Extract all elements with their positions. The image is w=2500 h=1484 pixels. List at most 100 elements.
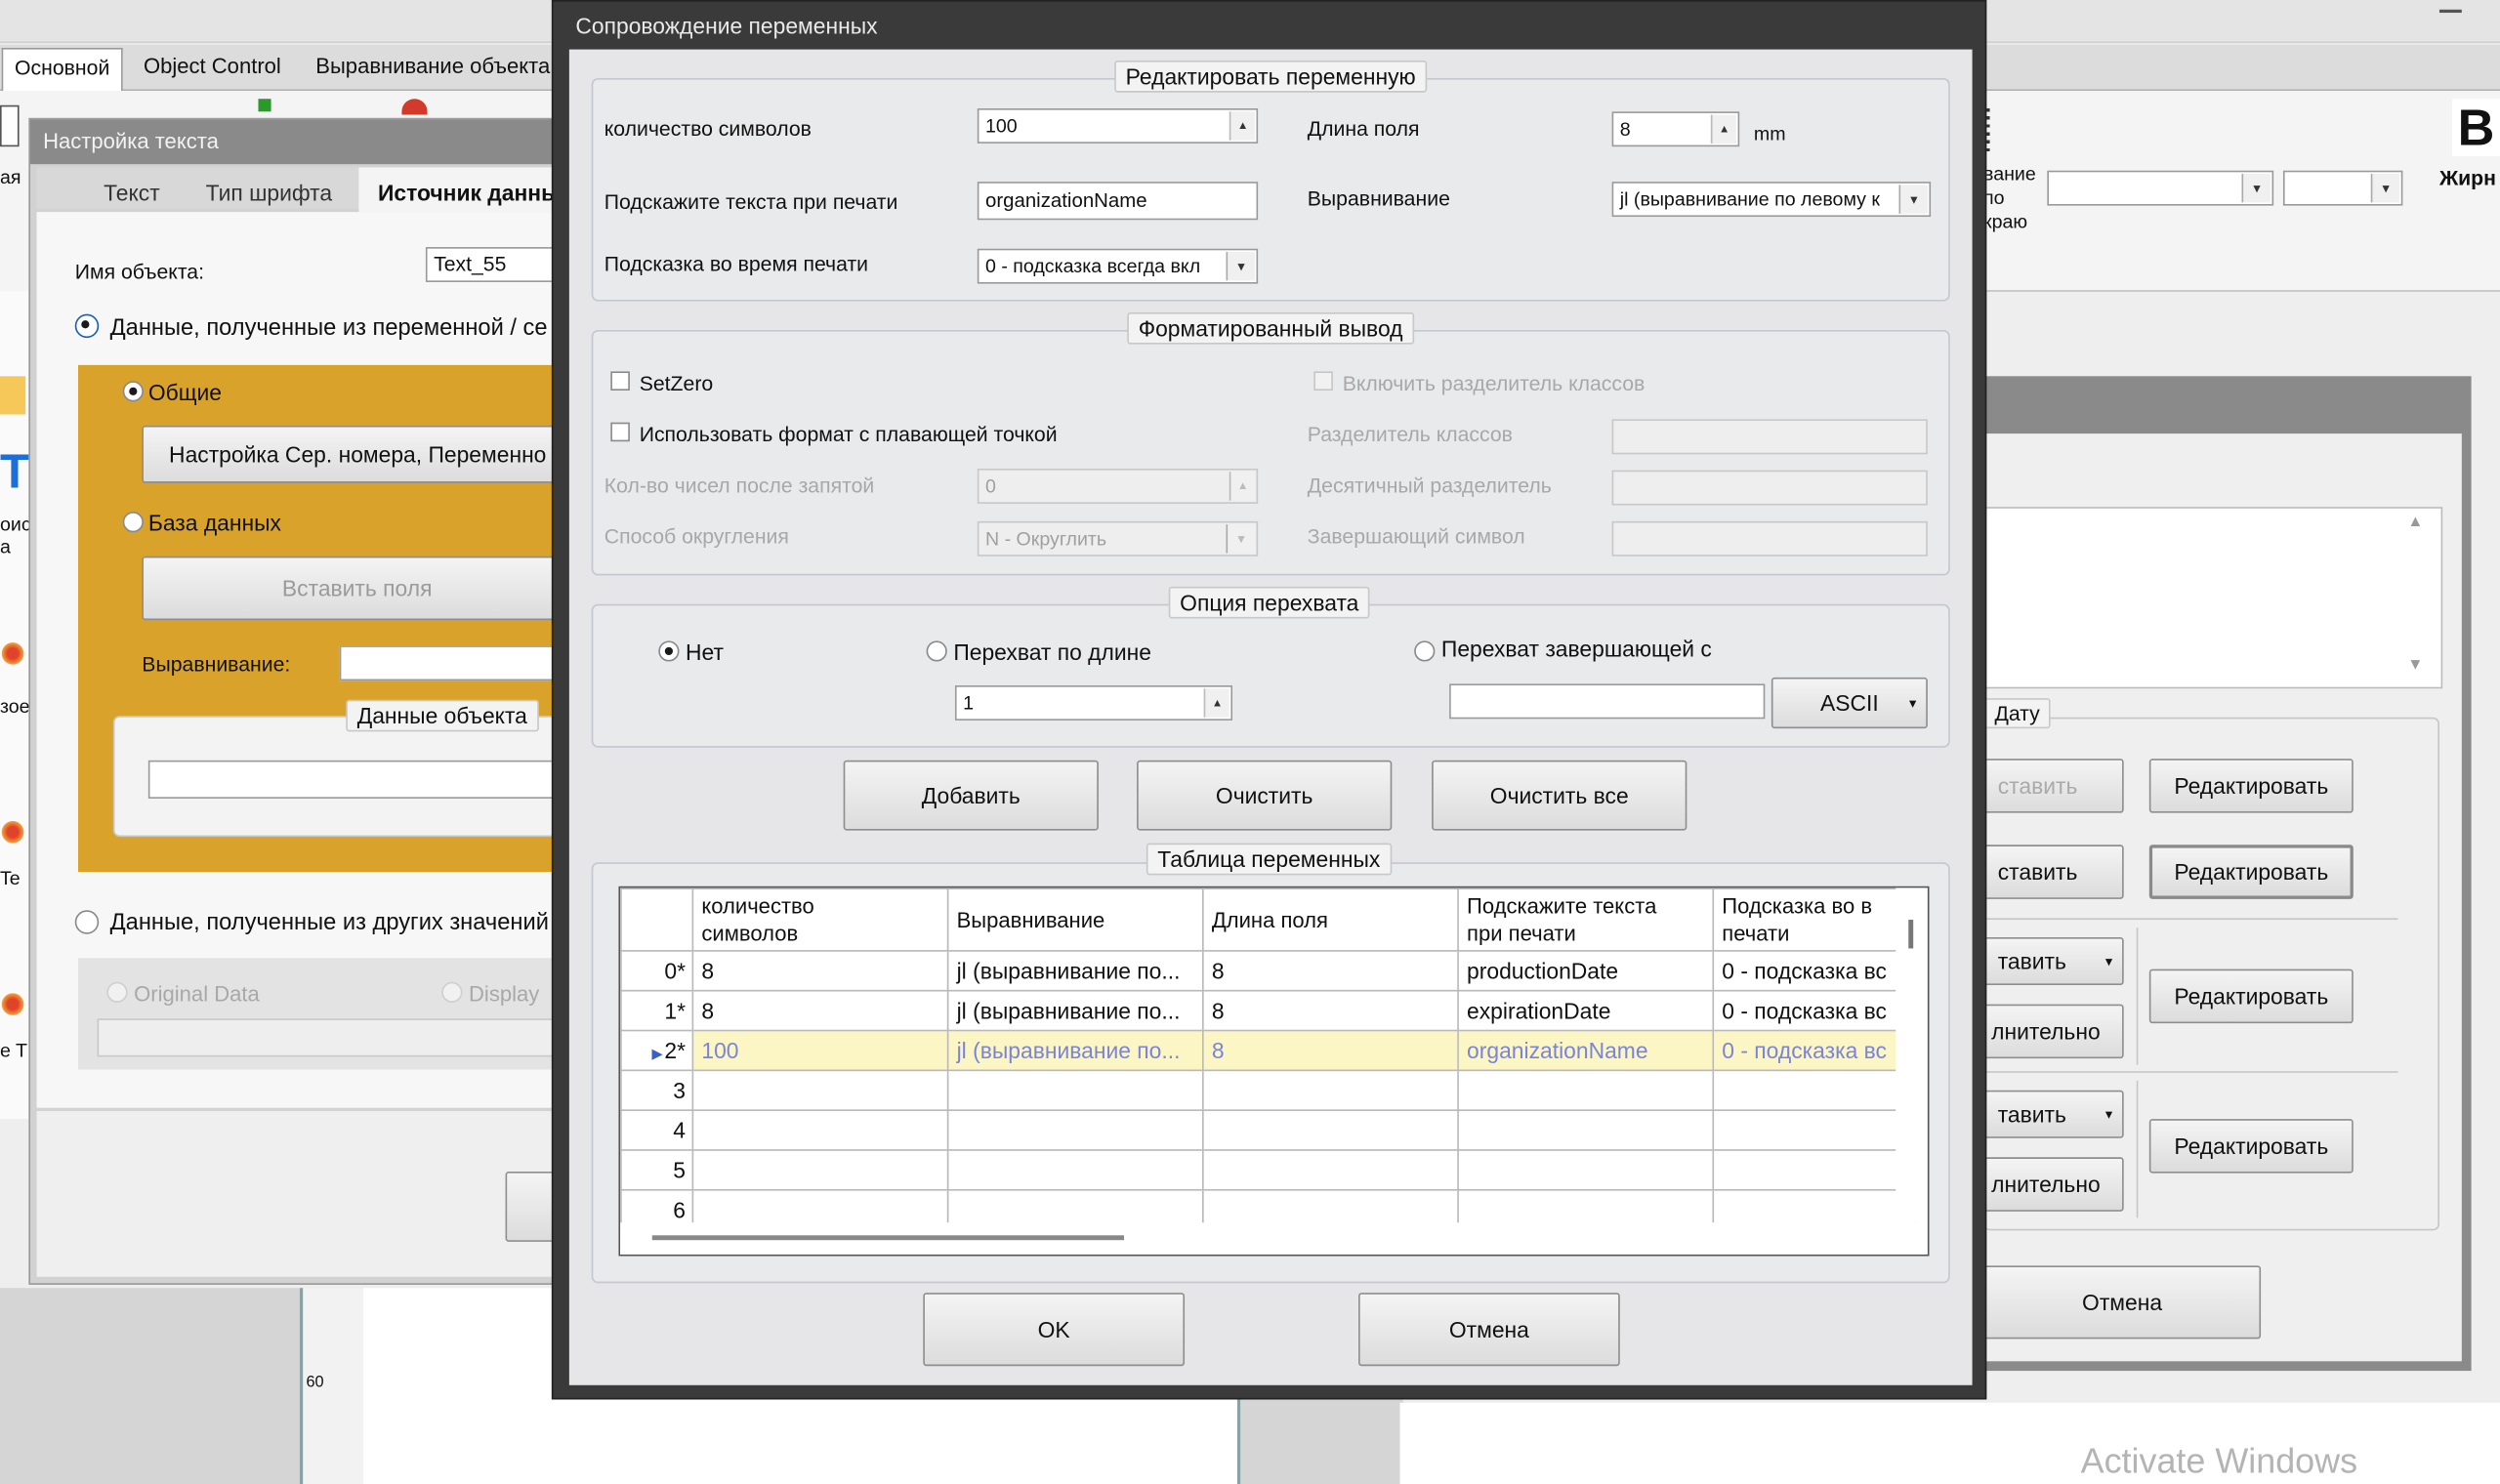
edit-button-4[interactable]: Редактировать <box>2148 1119 2354 1174</box>
horizontal-scrollbar-thumb[interactable] <box>651 1235 1125 1241</box>
table-cell[interactable] <box>1202 1109 1459 1151</box>
radio-other-data[interactable] <box>74 910 100 934</box>
tool-icon[interactable] <box>0 819 26 845</box>
size-select[interactable]: ▾ <box>2282 170 2403 206</box>
table-row[interactable]: 4 <box>620 1109 1917 1151</box>
serial-settings-button[interactable]: Настройка Сер. номера, Переменно <box>142 425 573 483</box>
scroll-up-icon[interactable]: ▲ <box>2407 514 2423 531</box>
table-cell[interactable] <box>946 1109 1204 1151</box>
table-cell[interactable]: 8 <box>691 989 949 1032</box>
table-row[interactable]: 3 <box>620 1069 1917 1111</box>
spinner-icon[interactable]: ▲▼ <box>1710 114 1736 144</box>
table-cell[interactable] <box>1457 1109 1715 1151</box>
vertical-scrollbar-thumb[interactable] <box>1908 920 1914 949</box>
table-cell[interactable] <box>1202 1149 1459 1191</box>
table-row[interactable]: ▶ 2* 100 jl (выравнивание по... 8 organizatio… <box>620 1029 1917 1072</box>
column-header[interactable]: Выравнивание <box>946 887 1204 952</box>
tab-data-source[interactable]: Источник данны <box>378 180 561 205</box>
table-cell[interactable] <box>691 1069 949 1111</box>
ascii-dropdown[interactable]: ASCII ▾ <box>1771 677 1928 729</box>
table-cell[interactable]: 0 - подсказка вс <box>1712 950 1917 992</box>
row-header[interactable]: 3 <box>620 1069 694 1111</box>
table-cell[interactable]: 100 <box>691 1029 949 1072</box>
class-separator-checkbox[interactable] <box>1313 371 1333 392</box>
table-cell[interactable]: 8 <box>1202 1029 1459 1072</box>
ribbon-tab-main[interactable]: Основной <box>1 47 123 92</box>
extra-button-2[interactable]: лнительно <box>1983 1157 2124 1212</box>
edit-button-2[interactable]: Редактировать <box>2148 845 2354 899</box>
column-header[interactable]: Подскажите текста при печати <box>1457 887 1715 952</box>
table-row[interactable]: 0* 8 jl (выравнивание по... 8 productionDate… <box>620 950 1917 992</box>
alignment-input[interactable] <box>339 645 573 681</box>
spinner-icon[interactable]: ▲▼ <box>1229 111 1255 141</box>
row-header[interactable]: 4 <box>620 1109 694 1151</box>
table-row[interactable]: 5 <box>620 1149 1917 1191</box>
ribbon-icon[interactable] <box>0 104 20 147</box>
setzero-checkbox[interactable] <box>610 371 630 392</box>
table-cell[interactable]: 0 - подсказка вс <box>1712 1029 1917 1072</box>
right-cancel-button[interactable]: Отмена <box>1983 1265 2262 1340</box>
table-cell[interactable]: jl (выравнивание по... <box>946 950 1204 992</box>
extra-button-1[interactable]: лнительно <box>1983 1004 2124 1059</box>
table-cell[interactable]: 8 <box>691 950 949 992</box>
table-cell[interactable] <box>1712 1109 1917 1151</box>
minimize-icon[interactable] <box>2438 9 2462 14</box>
ok-button[interactable]: OK <box>923 1293 1186 1367</box>
rounding-select[interactable]: N - Округлить ▾ <box>977 520 1259 556</box>
table-cell[interactable] <box>946 1069 1204 1111</box>
table-cell[interactable]: 8 <box>1202 989 1459 1032</box>
table-cell[interactable]: jl (выравнивание по... <box>946 989 1204 1032</box>
terminator-input[interactable] <box>1611 520 1928 556</box>
table-cell[interactable] <box>1712 1149 1917 1191</box>
clear-all-button[interactable]: Очистить все <box>1432 760 1688 831</box>
radio-display[interactable] <box>441 981 463 1003</box>
table-cell[interactable] <box>1457 1149 1715 1191</box>
ribbon-tab-alignment[interactable]: Выравнивание объекта <box>315 55 550 78</box>
intercept-length-input[interactable]: 1 ▲▼ <box>954 685 1233 721</box>
row-header[interactable]: 5 <box>620 1149 694 1191</box>
char-count-input[interactable]: 100 ▲▼ <box>977 108 1259 144</box>
column-header[interactable]: количество символов <box>691 887 949 952</box>
prompt-text-input[interactable]: organizationName <box>977 182 1259 221</box>
table-cell[interactable] <box>691 1109 949 1151</box>
spinner-icon[interactable]: ▲▼ <box>1203 688 1229 718</box>
spinner-icon[interactable]: ▲▼ <box>1229 472 1255 501</box>
field-length-input[interactable]: 8 ▲▼ <box>1611 111 1740 147</box>
table-cell[interactable] <box>946 1149 1204 1191</box>
edit-button-3[interactable]: Редактировать <box>2148 969 2354 1024</box>
row-header[interactable]: ▶ 2* <box>620 1029 694 1072</box>
row-header[interactable]: 0* <box>620 950 694 992</box>
prompt-mode-select[interactable]: 0 - подсказка всегда вкл ▾ <box>977 248 1259 284</box>
table-cell[interactable] <box>1457 1069 1715 1111</box>
bold-button[interactable]: В <box>2452 99 2500 157</box>
other-data-input[interactable] <box>97 1018 573 1057</box>
green-icon[interactable] <box>258 99 271 112</box>
radio-intercept-length[interactable] <box>926 640 947 662</box>
insert-dropdown-2[interactable]: тавить ▾ <box>1983 1090 2124 1138</box>
decimals-input[interactable]: 0 ▲▼ <box>977 469 1259 504</box>
cancel-button[interactable]: Отмена <box>1358 1293 1620 1367</box>
table-row[interactable]: 1* 8 jl (выравнивание по... 8 expirationDate… <box>620 989 1917 1032</box>
radio-database[interactable] <box>122 512 144 533</box>
decimal-separator-input[interactable] <box>1611 470 1928 506</box>
alignment-select[interactable]: jl (выравнивание по левому к ▾ <box>1611 182 1932 218</box>
radio-variable-data[interactable] <box>74 313 100 339</box>
object-data-input[interactable] <box>147 760 573 799</box>
tool-icon[interactable] <box>0 991 26 1017</box>
radio-intercept-terminator[interactable] <box>1414 640 1436 662</box>
object-name-input[interactable]: Text_55 <box>425 247 573 282</box>
table-cell[interactable] <box>1202 1069 1459 1111</box>
left-strip-selected[interactable] <box>0 376 26 415</box>
table-cell[interactable]: organizationName <box>1457 1029 1715 1072</box>
tab-text[interactable]: Текст <box>104 180 160 205</box>
row-header[interactable]: 1* <box>620 989 694 1032</box>
clear-button[interactable]: Очистить <box>1137 760 1393 831</box>
radio-general[interactable] <box>122 381 144 402</box>
text-tool-icon[interactable]: T <box>0 446 29 501</box>
table-cell[interactable]: productionDate <box>1457 950 1715 992</box>
float-format-checkbox[interactable] <box>610 422 630 442</box>
insert-button-1[interactable]: ставить <box>1983 759 2124 813</box>
scroll-down-icon[interactable]: ▼ <box>2407 657 2423 675</box>
table-cell[interactable]: jl (выравнивание по... <box>946 1029 1204 1072</box>
tab-font-type[interactable]: Тип шрифта <box>206 180 333 205</box>
